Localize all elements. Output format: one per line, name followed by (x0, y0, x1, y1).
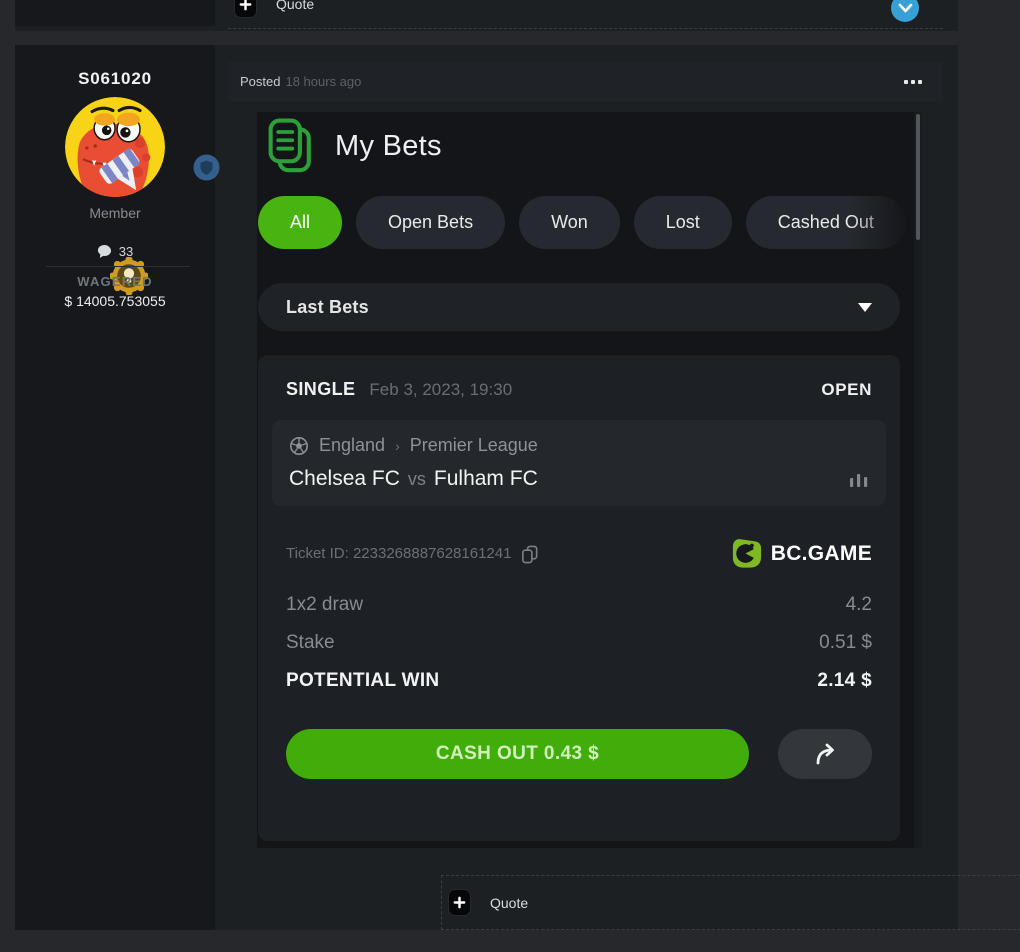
ellipsis-icon (904, 80, 908, 84)
bet-datetime: Feb 3, 2023, 19:30 (369, 380, 512, 400)
widget-scrollbar (914, 112, 922, 848)
scrollbar-thumb[interactable] (916, 114, 920, 240)
post-header: Posted 18 hours ago (228, 62, 943, 101)
bet-slips-icon (265, 118, 317, 174)
wagered-amount: $ 14005.753055 (15, 293, 215, 309)
country-label: England (319, 435, 385, 456)
forum-page: Quote S061020 (0, 0, 1020, 952)
bet-card-header: SINGLE Feb 3, 2023, 19:30 OPEN (286, 379, 872, 400)
quote-button-label[interactable]: Quote (276, 0, 314, 12)
bet-row-stake: Stake 0.51 $ (286, 632, 872, 670)
vs-label: vs (408, 469, 426, 490)
copy-button[interactable] (520, 544, 539, 564)
chevron-down-icon (892, 0, 919, 22)
author-pane: S061020 (15, 45, 215, 930)
bet-detail-rows: 1x2 draw 4.2 Stake 0.51 $ POTENTIAL WIN … (286, 594, 872, 708)
quote-plus-button[interactable] (234, 0, 257, 18)
author-role: Member (15, 205, 215, 221)
widget-title: My Bets (335, 130, 442, 163)
wagered-label: WAGERED (15, 274, 215, 289)
comment-bubble-icon (97, 244, 112, 259)
cash-out-button[interactable]: CASH OUT 0.43 $ (286, 729, 749, 779)
ticket-id: Ticket ID: 2233268887628161241 (286, 545, 511, 562)
bet-row-odds: 1x2 draw 4.2 (286, 594, 872, 632)
posted-time: 18 hours ago (285, 74, 361, 89)
tab-won[interactable]: Won (519, 196, 620, 249)
brand-name: BC.GAME (771, 542, 872, 566)
quote-row: Quote (441, 875, 1020, 930)
bet-actions: CASH OUT 0.43 $ (286, 729, 872, 779)
bcgame-logo-icon (730, 537, 763, 570)
post-content: Posted 18 hours ago (228, 45, 958, 930)
post-menu-button[interactable] (904, 80, 922, 84)
copy-icon (520, 544, 539, 564)
previous-quote-row: Quote (228, 0, 943, 29)
previous-author-pane (15, 0, 215, 26)
comments-count: 33 (119, 244, 133, 259)
tab-lost[interactable]: Lost (634, 196, 732, 249)
shield-badge-icon (193, 154, 220, 181)
ellipsis-icon (911, 80, 915, 84)
caret-down-icon (858, 303, 872, 312)
share-button[interactable] (778, 729, 872, 779)
ticket-row: Ticket ID: 2233268887628161241 (286, 537, 872, 570)
avatar-image (65, 97, 165, 197)
tab-cashed-out[interactable]: Cashed Out (746, 196, 906, 249)
author-username[interactable]: S061020 (15, 69, 215, 89)
away-team: Fulham FC (434, 467, 538, 491)
stats-bars-icon[interactable] (849, 470, 869, 488)
match-info-box[interactable]: England › Premier League Chelsea FC vs F… (272, 420, 886, 506)
author-comments: 33 (15, 244, 215, 259)
dropdown-label: Last Bets (286, 297, 369, 318)
brand-logo: BC.GAME (730, 537, 872, 570)
bet-card: SINGLE Feb 3, 2023, 19:30 OPEN (258, 355, 900, 841)
ellipsis-icon (918, 80, 922, 84)
bet-filter-tabs: All Open Bets Won Lost Cashed Out (258, 196, 922, 249)
league-breadcrumb: England › Premier League (289, 435, 869, 456)
bet-type: SINGLE (286, 379, 355, 400)
breadcrumb-separator: › (395, 438, 400, 454)
league-label: Premier League (410, 435, 538, 456)
forum-post: S061020 (15, 45, 958, 930)
quote-button-label[interactable]: Quote (490, 895, 528, 911)
quote-plus-button[interactable] (448, 889, 471, 916)
posted-label: Posted (240, 74, 280, 89)
tab-open-bets[interactable]: Open Bets (356, 196, 505, 249)
home-team: Chelsea FC (289, 467, 400, 491)
bet-row-potential-win: POTENTIAL WIN 2.14 $ (286, 670, 872, 708)
plus-icon (452, 895, 467, 910)
bet-status-badge: OPEN (821, 380, 872, 400)
my-bets-widget: My Bets All Open Bets Won Lost Cashed Ou… (257, 112, 922, 848)
last-bets-dropdown[interactable]: Last Bets (258, 283, 900, 331)
match-teams: Chelsea FC vs Fulham FC (289, 467, 869, 491)
divider (46, 266, 190, 267)
soccer-ball-icon (289, 436, 309, 456)
tab-all[interactable]: All (258, 196, 342, 249)
share-arrow-icon (811, 741, 839, 767)
scroll-down-button[interactable] (891, 0, 919, 22)
previous-post: Quote (15, 0, 958, 31)
plus-icon (238, 0, 253, 12)
avatar[interactable] (65, 97, 165, 197)
widget-title-row: My Bets (265, 118, 442, 174)
